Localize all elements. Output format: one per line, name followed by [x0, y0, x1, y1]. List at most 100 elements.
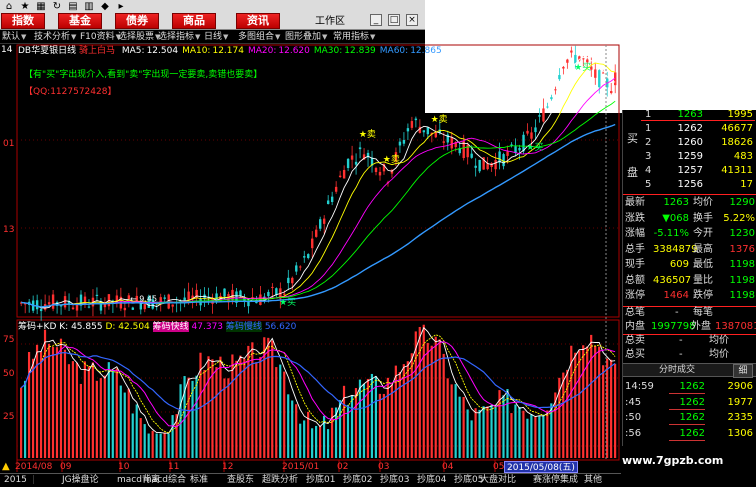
chart-icon[interactable]: ▥	[82, 1, 96, 13]
candle-body	[422, 130, 426, 133]
time-02: 02	[337, 462, 349, 472]
chip-bar	[75, 362, 79, 458]
fund-button[interactable]: 基金	[58, 13, 102, 29]
menu-default[interactable]: 默认▼	[2, 30, 26, 44]
candle-body	[350, 155, 354, 160]
chip-bar	[562, 372, 565, 458]
tick-time: :45	[625, 396, 642, 408]
menu-daily[interactable]: 日线▼	[204, 30, 228, 44]
stock-name: DB华夏银日线	[18, 46, 77, 56]
chip-bar	[271, 340, 274, 458]
candle-body	[358, 147, 362, 150]
chip-bar	[83, 361, 86, 458]
tab-bottom03[interactable]: 抄底03	[380, 474, 409, 487]
menu-select-stock[interactable]: 选择股票▼	[118, 30, 160, 44]
total-buy-label: 总买	[625, 349, 645, 360]
bookmark-icon[interactable]: ◆	[98, 1, 112, 13]
arrow-icon[interactable]: ▸	[114, 1, 128, 13]
chip-bar	[398, 372, 401, 458]
candle-body	[159, 297, 162, 303]
indicator-tab-bar: 2015 | JG操盘论 macd背离 macd综合 标准 查股东 超跌分析 抄…	[0, 473, 621, 487]
chip-bar	[123, 392, 126, 458]
chip-bar	[526, 418, 529, 458]
candle-body	[163, 297, 166, 299]
tab-market-compare[interactable]: 大盘对比	[480, 474, 516, 487]
chip-bar	[215, 367, 218, 458]
menu-multi[interactable]: 多图组合▼	[238, 30, 280, 44]
candle-body	[554, 89, 557, 91]
stat-value: 1198	[729, 290, 755, 301]
tab-standard[interactable]: 标准	[190, 474, 208, 487]
tab-bottom02[interactable]: 抄底02	[343, 474, 372, 487]
bond-button[interactable]: 债券	[115, 13, 159, 29]
refresh-icon[interactable]: ↻	[50, 1, 64, 13]
chip-bar	[602, 365, 605, 458]
commodity-button[interactable]: 商品	[172, 13, 216, 29]
menu-f10[interactable]: F10资料▼	[80, 30, 121, 44]
chip-bar	[239, 355, 242, 458]
bid-level: 1	[645, 123, 652, 134]
chip-bar	[358, 379, 362, 458]
candle-body	[283, 293, 286, 295]
index-button[interactable]: 指数	[1, 13, 45, 29]
book-icon[interactable]: ▤	[66, 1, 80, 13]
tab-shareholders[interactable]: 查股东	[227, 474, 254, 487]
workspace-label[interactable]: 工作区	[300, 14, 360, 29]
chip-bar	[510, 413, 513, 458]
candle-body	[271, 286, 274, 288]
chip-bar	[378, 393, 381, 458]
minimize-icon[interactable]: _	[370, 14, 382, 26]
candle-body	[470, 153, 473, 158]
inner-label: 内盘	[625, 321, 645, 332]
kline-chart[interactable]: ★买 ★卖 ★卖 ★卖 ★买 ★买 ← 9.45	[0, 44, 621, 473]
tab-limitup[interactable]: 赛涨停集成	[533, 474, 578, 487]
chip-bar	[203, 369, 206, 458]
chip-bar	[478, 409, 481, 458]
tick-price: 1262	[679, 427, 705, 439]
ma-line	[21, 77, 616, 308]
indicator-legend: 筹码+KD K: 45.855 D: 42.504 筹码快线 47.373 筹码…	[18, 321, 296, 333]
star-icon[interactable]: ★	[18, 1, 32, 13]
candle-body	[346, 158, 350, 169]
bid-label-pan: 盘	[627, 166, 638, 179]
time-11: 11	[168, 462, 180, 472]
candle-body	[315, 229, 318, 237]
scroll-left-icon[interactable]: ▲	[2, 461, 10, 472]
candle-body	[223, 288, 226, 297]
tick-detail-tab[interactable]: 细	[733, 364, 753, 378]
tab-other[interactable]: 其他	[584, 474, 602, 487]
chip-bar	[474, 408, 477, 458]
candle-body	[410, 121, 414, 128]
tab-oversold[interactable]: 超跌分析	[262, 474, 298, 487]
menu-common[interactable]: 常用指标▼	[333, 30, 375, 44]
close-icon[interactable]: ×	[406, 14, 418, 26]
menu-select-indicator[interactable]: 选择指标▼	[158, 30, 200, 44]
tab-macd-combo[interactable]: macd综合	[143, 474, 186, 487]
tab-bottom01[interactable]: 抄底01	[306, 474, 335, 487]
candle-body	[562, 66, 565, 69]
home-icon[interactable]: ⌂	[2, 1, 16, 13]
chip-bar	[207, 356, 210, 458]
candle-body	[39, 308, 43, 312]
grid-icon[interactable]: ▦	[34, 1, 48, 13]
stat-value: 1464	[663, 290, 689, 301]
chip-bar	[151, 430, 154, 458]
chip-bar	[518, 407, 521, 458]
tab-bottom04[interactable]: 抄底04	[417, 474, 446, 487]
news-button[interactable]: 资讯	[236, 13, 280, 29]
date-cursor-label: 2015/05/08(五)	[504, 461, 578, 473]
candle-body	[291, 277, 294, 284]
tick-header: 分时成交 细	[623, 363, 756, 378]
bid-level: 4	[645, 165, 652, 176]
window-controls: _ □ ×	[366, 14, 424, 28]
time-2015-01: 2015/01	[282, 462, 320, 472]
candle-body	[311, 238, 314, 249]
tab-jg[interactable]: JG操盘论	[62, 474, 99, 487]
tab-2015[interactable]: 2015	[4, 474, 27, 487]
chip-bar	[574, 352, 577, 458]
menu-overlay[interactable]: 图形叠加▼	[285, 30, 327, 44]
tick-vol: 2335	[727, 412, 753, 423]
stat-label: 涨停	[625, 290, 645, 301]
maximize-icon[interactable]: □	[388, 14, 400, 26]
menu-tech[interactable]: 技术分析▼	[34, 30, 76, 44]
